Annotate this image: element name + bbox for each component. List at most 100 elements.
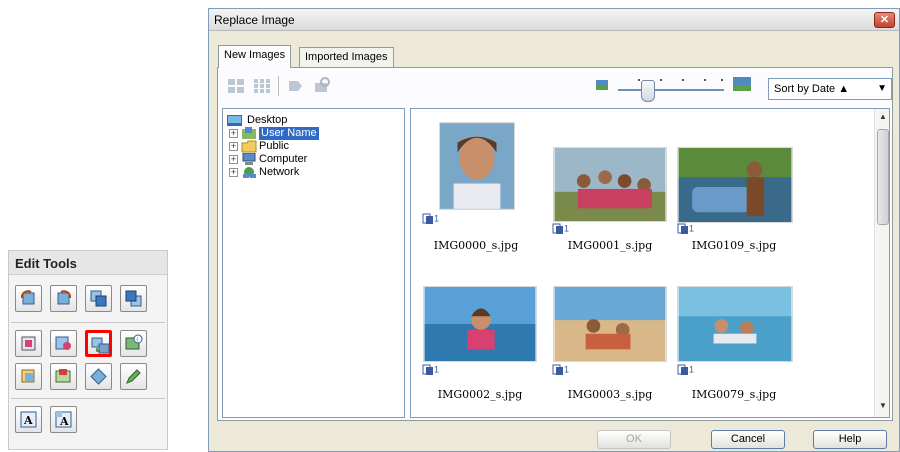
large-thumbnails-icon[interactable] — [226, 77, 246, 95]
tab-label: New Images — [224, 49, 286, 61]
chevron-down-icon: ▼ — [877, 83, 887, 94]
svg-text:A: A — [23, 414, 33, 427]
replace-image-button[interactable] — [85, 330, 112, 357]
count-label: 1 — [434, 364, 440, 375]
expand-icon[interactable]: + — [229, 168, 238, 177]
properties-icon: i — [125, 334, 143, 350]
copies-icon — [552, 223, 563, 234]
text-b-button[interactable]: A — [50, 406, 77, 433]
copies-icon — [552, 364, 563, 375]
desktop-icon — [227, 115, 242, 126]
replace-image-dialog: Replace Image ✕ New Images Imported Imag… — [208, 8, 900, 452]
thumbnail-image — [553, 286, 667, 362]
correct-image-icon — [55, 336, 71, 350]
tree-label: Public — [259, 140, 289, 152]
scroll-down-icon[interactable]: ▼ — [877, 401, 889, 413]
scrollbar-thumb[interactable] — [877, 129, 889, 225]
thumbnail-image — [439, 122, 515, 210]
thumbnail-filename: IMG0003_s.jpg — [567, 388, 653, 401]
tree-label: Desktop — [247, 114, 288, 126]
copies-icon — [422, 213, 433, 224]
rotate-right-button[interactable] — [50, 285, 77, 312]
expand-icon[interactable]: + — [229, 155, 238, 164]
thumbnail-item[interactable]: 1 IMG0003_s.jpg — [541, 284, 671, 417]
expand-icon[interactable]: + — [229, 129, 238, 138]
slider-tick — [638, 79, 640, 81]
tools-separator — [11, 322, 165, 323]
select-icon[interactable] — [286, 77, 306, 95]
folder-tree[interactable]: Desktop + User Name + Public + Computer … — [222, 108, 405, 418]
shape-icon — [90, 368, 107, 385]
count-label: 1 — [564, 364, 570, 375]
text-a-icon: A — [20, 411, 37, 428]
sort-value: Sort by Date ▲ — [774, 83, 850, 95]
send-backward-button[interactable] — [120, 285, 147, 312]
tab-label: Imported Images — [305, 51, 388, 63]
vertical-scrollbar[interactable]: ▲ ▼ — [874, 109, 889, 417]
computer-icon — [242, 153, 256, 165]
scroll-up-icon[interactable]: ▲ — [877, 112, 889, 124]
frame-icon — [21, 369, 35, 383]
user-folder-icon — [242, 127, 256, 139]
shape-button[interactable] — [85, 363, 112, 390]
text-a-button[interactable]: A — [15, 406, 42, 433]
ok-button[interactable]: OK — [597, 430, 671, 449]
rotate-left-button[interactable] — [15, 285, 42, 312]
thumbnail-filename: IMG0109_s.jpg — [691, 239, 777, 252]
thumbnail-count: 1 — [422, 213, 439, 225]
thumbnail-count: 1 — [677, 223, 694, 235]
tab-imported-images[interactable]: Imported Images — [299, 47, 394, 67]
thumbnail-filename: IMG0000_s.jpg — [433, 239, 519, 252]
slider-tick — [704, 79, 706, 81]
send-backward-icon — [125, 290, 142, 307]
rotate-left-icon — [20, 290, 35, 305]
thumbnail-count: 1 — [677, 364, 694, 376]
thumbnail-count: 1 — [552, 364, 569, 376]
thumbnail-item[interactable]: 1 IMG0079_s.jpg — [667, 284, 797, 417]
crop-button[interactable] — [15, 330, 42, 357]
slider-tick — [721, 79, 723, 81]
thumbnail-item[interactable]: 1 IMG0001_s.jpg — [541, 117, 671, 267]
tab-panel: Sort by Date ▲ ▼ Desktop + User Name + P… — [217, 67, 893, 421]
close-icon: ✕ — [879, 14, 890, 26]
zoom-slider-thumb[interactable] — [641, 80, 655, 102]
layout-button[interactable] — [50, 363, 77, 390]
layout-icon — [55, 369, 71, 383]
thumbnail-item[interactable]: 1 IMG0000_s.jpg — [415, 117, 545, 267]
network-icon — [243, 167, 256, 178]
tree-label: Network — [259, 166, 300, 178]
thumbnail-area[interactable]: 1 IMG0000_s.jpg 1 IMG0001_s.jpg 1 IMG010… — [410, 108, 890, 418]
small-thumbnails-icon[interactable] — [252, 77, 272, 95]
tree-label: Computer — [259, 153, 308, 165]
image-properties-button[interactable]: i — [120, 330, 147, 357]
thumbnail-image — [677, 147, 793, 223]
copies-icon — [677, 364, 688, 375]
sort-select[interactable]: Sort by Date ▲ ▼ — [768, 78, 892, 100]
close-button[interactable]: ✕ — [874, 12, 895, 28]
thumbnail-item[interactable]: 1 IMG0002_s.jpg — [415, 284, 545, 417]
crop-icon — [21, 336, 36, 351]
search-icon[interactable] — [312, 77, 332, 95]
zoom-slider-track[interactable] — [618, 89, 724, 91]
bring-forward-button[interactable] — [85, 285, 112, 312]
tab-new-images[interactable]: New Images — [218, 45, 292, 68]
frame-button[interactable] — [15, 363, 42, 390]
thumbnail-count: 1 — [552, 223, 569, 235]
cancel-button[interactable]: Cancel — [711, 430, 785, 449]
pen-button[interactable] — [120, 363, 147, 390]
count-label: 1 — [689, 223, 695, 234]
small-image-icon — [596, 80, 608, 90]
copies-icon — [677, 223, 688, 234]
thumbnail-filename: IMG0001_s.jpg — [567, 239, 653, 252]
count-label: 1 — [434, 213, 440, 224]
thumbnail-item[interactable]: 1 IMG0109_s.jpg — [667, 117, 797, 267]
toolbar-separator — [278, 76, 279, 96]
copies-icon — [422, 364, 433, 375]
pen-icon — [126, 369, 141, 384]
help-button[interactable]: Help — [813, 430, 887, 449]
thumbnail-filename: IMG0002_s.jpg — [437, 388, 523, 401]
thumbnail-filename: IMG0079_s.jpg — [691, 388, 777, 401]
thumbnail-count: 1 — [422, 364, 439, 376]
expand-icon[interactable]: + — [229, 142, 238, 151]
correct-image-button[interactable] — [50, 330, 77, 357]
